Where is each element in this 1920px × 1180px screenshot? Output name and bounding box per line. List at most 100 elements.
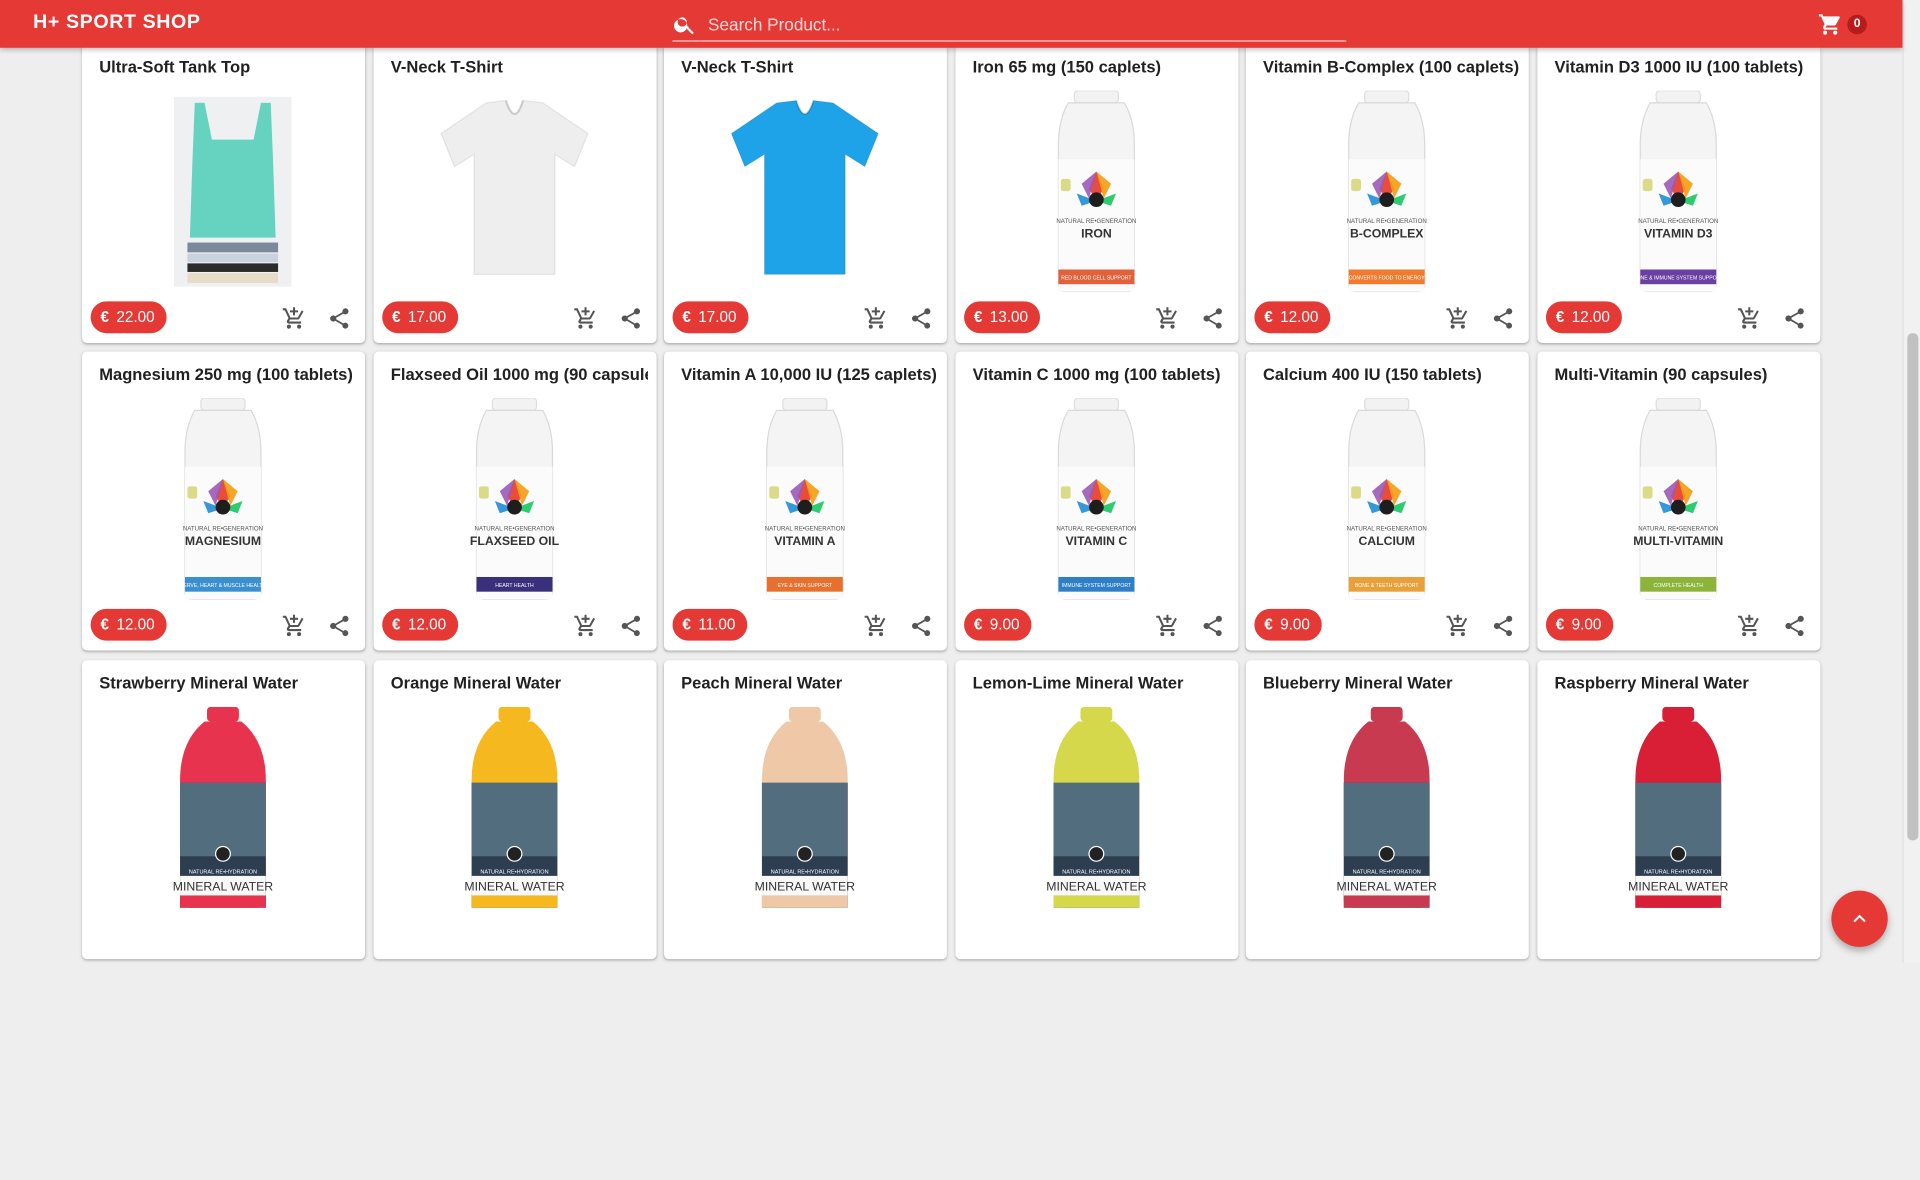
svg-text:NATURAL RE•HYDRATION: NATURAL RE•HYDRATION [1062,869,1130,875]
scrollbar-thumb[interactable] [1907,333,1919,841]
svg-text:NATURAL RE•GENERATION: NATURAL RE•GENERATION [1347,218,1427,225]
price-value: 17.00 [407,308,447,326]
page-scrollbar[interactable] [1902,0,1920,963]
add-to-cart-button[interactable] [282,306,307,331]
product-image[interactable]: NATURAL RE•GENERATION VITAMIN C IMMUNE S… [1005,397,1189,600]
product-image[interactable]: NATURAL RE•GENERATION CALCIUM BONE & TEE… [1295,397,1479,600]
share-button[interactable] [909,614,934,639]
product-name: Vitamin D3 1000 IU (100 tablets) [1554,57,1804,76]
product-name: Iron 65 mg (150 caplets) [972,57,1162,76]
price-chip: €12.00 [1254,301,1331,334]
product-card[interactable]: Vitamin A 10,000 IU (125 caplets) NATURA… [663,351,947,651]
add-to-cart-button[interactable] [1446,614,1471,639]
svg-text:NATURAL RE•GENERATION: NATURAL RE•GENERATION [474,525,554,532]
product-image[interactable]: NATURAL RE•HYDRATION MINERAL WATER [1295,706,1479,909]
share-button[interactable] [1782,614,1807,639]
product-image[interactable]: NATURAL RE•GENERATION MULTI-VITAMIN COMP… [1586,397,1770,600]
product-card[interactable]: Magnesium 250 mg (100 tablets) NATURAL R… [82,351,366,651]
product-image[interactable]: NATURAL RE•HYDRATION MINERAL WATER [1005,706,1189,909]
svg-text:MINERAL WATER: MINERAL WATER [755,880,855,894]
svg-text:VITAMIN D3: VITAMIN D3 [1644,227,1713,241]
product-card[interactable]: V-Neck T-Shirt €17.00 [373,44,657,343]
add-to-cart-button[interactable] [1737,614,1762,639]
product-image[interactable]: NATURAL RE•HYDRATION MINERAL WATER [131,706,315,909]
price-value: 22.00 [116,308,155,326]
share-icon [1203,308,1222,329]
share-button[interactable] [327,306,352,331]
product-card[interactable]: Raspberry Mineral Water NATURAL RE•HYDRA… [1537,660,1821,960]
product-image[interactable]: NATURAL RE•HYDRATION MINERAL WATER [713,706,897,909]
brand-title[interactable]: H+ SPORT SHOP [33,12,201,34]
product-image[interactable]: NATURAL RE•GENERATION VITAMIN A EYE & SK… [713,397,897,600]
svg-text:NATURAL RE•GENERATION: NATURAL RE•GENERATION [183,525,263,532]
product-card[interactable]: Lemon-Lime Mineral Water NATURAL RE•HYDR… [955,660,1239,960]
product-image[interactable]: NATURAL RE•HYDRATION MINERAL WATER [1586,706,1770,909]
share-button[interactable] [1201,614,1226,639]
svg-text:NATURAL RE•HYDRATION: NATURAL RE•HYDRATION [1644,869,1712,875]
add-to-cart-button[interactable] [864,614,889,639]
price-chip: €12.00 [1545,301,1623,334]
product-name: Ultra-Soft Tank Top [99,57,251,76]
product-card[interactable]: Vitamin D3 1000 IU (100 tablets) NATURAL… [1537,44,1821,343]
product-image[interactable]: NATURAL RE•GENERATION VITAMIN D3 BONE & … [1586,90,1770,293]
add-to-cart-button[interactable] [864,306,889,331]
share-icon [1785,615,1804,637]
product-image[interactable] [423,91,607,293]
product-image[interactable] [713,91,897,293]
share-button[interactable] [1201,306,1226,331]
add-to-cart-button[interactable] [573,306,598,331]
product-name: Calcium 400 IU (150 tablets) [1262,365,1482,384]
product-card[interactable]: Calcium 400 IU (150 tablets) NATURAL RE•… [1245,351,1529,651]
price-chip: €12.00 [90,608,167,641]
svg-text:EYE & SKIN SUPPORT: EYE & SKIN SUPPORT [778,583,833,589]
cart-button[interactable]: 0 [1818,12,1872,37]
product-card[interactable]: Blueberry Mineral Water NATURAL RE•HYDRA… [1245,660,1529,960]
share-button[interactable] [1491,306,1516,331]
product-card[interactable]: Iron 65 mg (150 caplets) NATURAL RE•GENE… [955,44,1239,343]
product-card[interactable]: Ultra-Soft Tank Top €22.00 [82,44,366,343]
product-image[interactable]: NATURAL RE•GENERATION FLAXSEED OIL HEART… [423,397,607,600]
product-name: Blueberry Mineral Water [1262,673,1453,693]
svg-text:NATURAL RE•HYDRATION: NATURAL RE•HYDRATION [771,869,839,875]
add-to-cart-button[interactable] [282,614,307,639]
product-image[interactable] [131,91,315,293]
share-button[interactable] [619,614,644,639]
share-button[interactable] [1491,614,1516,639]
chevron-up-icon [1853,914,1866,923]
share-icon [1203,615,1222,637]
price-chip: €13.00 [964,301,1041,334]
add-to-cart-button[interactable] [1446,306,1471,331]
product-card[interactable]: Flaxseed Oil 1000 mg (90 capsules) NATUR… [373,351,657,651]
share-button[interactable] [619,306,644,331]
add-to-cart-button[interactable] [1737,306,1762,331]
add-to-cart-button[interactable] [1155,306,1180,331]
scroll-to-top-button[interactable] [1831,890,1888,947]
product-card[interactable]: Vitamin C 1000 mg (100 tablets) NATURAL … [955,351,1239,651]
add-shopping-cart-icon [864,307,886,329]
search-icon [673,17,694,35]
share-button[interactable] [1782,306,1807,331]
share-icon [330,308,349,329]
svg-text:COMPLETE HEALTH: COMPLETE HEALTH [1654,583,1704,589]
product-card[interactable]: Vitamin B-Complex (100 caplets) NATURAL … [1245,44,1529,343]
product-card[interactable]: Strawberry Mineral Water NATURAL RE•HYDR… [82,660,366,960]
svg-text:MINERAL WATER: MINERAL WATER [464,880,564,894]
product-name: Raspberry Mineral Water [1554,673,1749,693]
add-to-cart-button[interactable] [573,614,598,639]
product-card[interactable]: Peach Mineral Water NATURAL RE•HYDRATION… [663,660,947,960]
add-to-cart-button[interactable] [1155,614,1180,639]
share-button[interactable] [327,614,352,639]
search-bar [672,8,1347,42]
product-card[interactable]: Multi-Vitamin (90 capsules) NATURAL RE•G… [1537,351,1821,651]
search-input[interactable] [705,8,1342,41]
product-card[interactable]: V-Neck T-Shirt €17.00 [663,44,947,343]
product-image[interactable]: NATURAL RE•HYDRATION MINERAL WATER [423,706,607,909]
shopping-cart-icon [1818,14,1840,35]
euro-icon: € [1555,308,1565,326]
product-card[interactable]: Orange Mineral Water NATURAL RE•HYDRATIO… [373,660,657,960]
product-image[interactable]: NATURAL RE•GENERATION B-COMPLEX CONVERTS… [1295,90,1479,293]
svg-text:BONE & IMMUNE SYSTEM SUPPORT: BONE & IMMUNE SYSTEM SUPPORT [1633,275,1724,281]
product-image[interactable]: NATURAL RE•GENERATION MAGNESIUM NERVE, H… [131,397,315,600]
product-image[interactable]: NATURAL RE•GENERATION IRON RED BLOOD CEL… [1005,90,1189,293]
share-button[interactable] [909,306,934,331]
